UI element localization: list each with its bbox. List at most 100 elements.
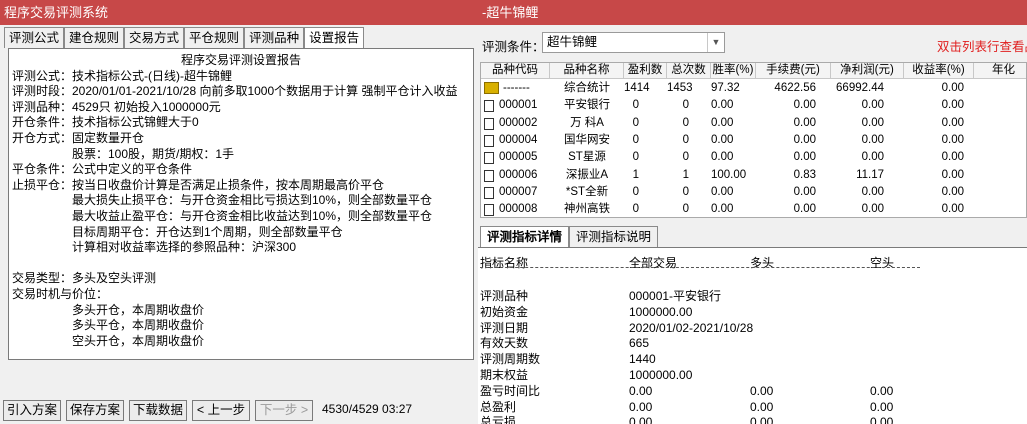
detail-all: 665	[629, 336, 650, 351]
import-plan-button[interactable]: 引入方案	[3, 400, 61, 421]
report-line: 平仓条件：公式中定义的平仓条件	[12, 162, 193, 177]
metric-detail-panel[interactable]: 指标名称 全部交易 多头 空头 评测品种 000001-平安银行 初始资金 10000…	[478, 247, 1027, 424]
tab-formula[interactable]: 评测公式	[4, 27, 65, 48]
report-line	[12, 256, 470, 272]
prev-step-button[interactable]: < 上一步	[192, 400, 250, 421]
report-line: 评测品种：4529只 初始投入1000000元	[12, 99, 221, 114]
column-header[interactable]: 净利润(元)	[831, 63, 904, 79]
condition-value: 超牛锦鲤	[547, 35, 598, 49]
table-row[interactable]: ------- 综合统计 1414 1453 97.32 4622.56 66992.44 0…	[481, 80, 1026, 97]
column-header[interactable]: 品种名称	[550, 63, 624, 79]
detail-long: 0.00	[750, 399, 774, 414]
detail-short: 0.00	[870, 399, 894, 414]
detail-name: 总亏损	[480, 415, 517, 424]
report-lines: 评测公式：技术指标公式-(日线)-超牛锦鲤 评测时段：2020/01/01-202…	[12, 69, 470, 350]
cell-name: 国华网安	[564, 133, 610, 146]
detail-all: 0.00	[629, 415, 653, 424]
cell-name: 综合统计	[564, 82, 610, 94]
cell-wins: 0	[632, 185, 639, 198]
table-row[interactable]: 000002 万 科A 0 0 0.00 0.00 0.00 0.00	[481, 115, 1026, 132]
stock-file-icon	[484, 100, 494, 113]
detail-row: 期末权益 1000000.00	[478, 367, 1027, 383]
report-line: 开仓方式：固定数量开仓	[12, 130, 145, 145]
right-window-title: -超牛锦鲤	[478, 0, 1027, 25]
cell-code: 000008	[499, 203, 538, 216]
save-plan-button[interactable]: 保存方案	[66, 400, 124, 421]
column-header[interactable]: 年化	[974, 63, 1026, 79]
cell-ret: 0.00	[941, 99, 964, 112]
download-data-button[interactable]: 下载数据	[129, 400, 187, 421]
cell-winrate: 0.00	[711, 185, 734, 198]
detail-name: 盈亏时间比	[480, 383, 541, 398]
tab-instruments[interactable]: 评测品种	[244, 27, 305, 48]
cell-wins: 0	[632, 203, 639, 216]
cell-profit: 11.17	[856, 168, 884, 181]
detail-row: 总盈利 0.00 0.00 0.00	[478, 399, 1027, 415]
cell-ret: 0.00	[941, 168, 964, 181]
report-line: 评测公式：技术指标公式-(日线)-超牛锦鲤	[12, 68, 232, 83]
table-row[interactable]: 000001 平安银行 0 0 0.00 0.00 0.00 0.00	[481, 97, 1026, 114]
detail-short: 0.00	[870, 415, 894, 424]
tab-open-rules[interactable]: 建仓规则	[64, 27, 125, 48]
report-line: 空头开仓，本周期收盘价	[72, 333, 205, 348]
column-header[interactable]: 手续费(元)	[756, 63, 831, 79]
detail-row: 初始资金 1000000.00	[478, 304, 1027, 320]
detail-header-short: 空头	[870, 256, 895, 270]
detail-name: 评测日期	[480, 320, 529, 335]
cell-fee: 0.83	[793, 168, 816, 181]
column-header[interactable]: 收益率(%)	[904, 63, 974, 79]
column-header[interactable]: 盈利数	[624, 63, 667, 79]
tab-metric-help[interactable]: 评测指标说明	[569, 226, 659, 247]
tab-trade-mode[interactable]: 交易方式	[124, 27, 185, 48]
cell-profit: 0.00	[861, 151, 884, 164]
cell-name: ST星源	[568, 151, 606, 164]
detail-row: 盈亏时间比 0.00 0.00 0.00	[478, 383, 1027, 399]
detail-all: 000001-平安银行	[629, 289, 722, 303]
detail-header-all: 全部交易	[629, 256, 678, 270]
detail-header-metric: 指标名称	[480, 256, 529, 270]
hint-text: 双击列表行查看品	[937, 40, 1027, 54]
cell-name: 平安银行	[564, 99, 610, 112]
bottom-toolbar: 引入方案 保存方案 下载数据 < 上一步 下一步 > 4530/4529 03:…	[0, 399, 478, 424]
table-row[interactable]: 000006 深振业A 1 1 100.00 0.83 11.17 0.00	[481, 167, 1026, 184]
tab-metric-details[interactable]: 评测指标详情	[480, 226, 570, 247]
detail-row: 评测周期数 1440	[478, 351, 1027, 367]
cell-fee: 0.00	[793, 116, 816, 129]
cell-winrate: 100.00	[711, 168, 747, 181]
report-line: 评测时段：2020/01/01-2021/10/28 向前多取1000个数据用于…	[12, 84, 458, 99]
table-row[interactable]: 000007 *ST全新 0 0 0.00 0.00 0.00 0.00	[481, 184, 1026, 201]
settings-report[interactable]: 程序交易评测设置报告 评测公式：技术指标公式-(日线)-超牛锦鲤 评测时段：202…	[8, 48, 474, 360]
cell-ret: 0.00	[941, 133, 964, 146]
condition-select[interactable]: 超牛锦鲤 ▼	[542, 32, 725, 53]
cell-profit: 0.00	[861, 99, 884, 112]
cell-code: 000001	[499, 99, 538, 112]
cell-fee: 0.00	[793, 151, 816, 164]
cell-total: 0	[682, 133, 689, 146]
cell-total: 0	[682, 203, 689, 216]
cell-name: 神州高铁	[564, 203, 610, 216]
next-step-button[interactable]: 下一步 >	[255, 400, 313, 421]
column-header[interactable]: 总次数	[667, 63, 711, 79]
stock-file-icon	[484, 117, 494, 130]
stock-file-icon	[484, 186, 494, 199]
cell-total: 1453	[667, 82, 693, 94]
cell-total: 0	[682, 99, 689, 112]
cell-code: 000004	[499, 133, 538, 146]
detail-name: 有效天数	[480, 336, 529, 351]
tab-close-rules[interactable]: 平仓规则	[184, 27, 245, 48]
column-header[interactable]: 品种代码	[481, 63, 550, 79]
table-row[interactable]: 000004 国华网安 0 0 0.00 0.00 0.00 0.00	[481, 132, 1026, 149]
stock-file-icon	[484, 152, 494, 165]
chevron-down-icon[interactable]: ▼	[707, 33, 724, 52]
detail-name: 评测周期数	[480, 352, 541, 367]
table-row[interactable]: 000008 神州高铁 0 0 0.00 0.00 0.00 0.00	[481, 201, 1026, 217]
table-row[interactable]: 000005 ST星源 0 0 0.00 0.00 0.00 0.00	[481, 149, 1026, 166]
setup-tabs: 评测公式 建仓规则 交易方式 平仓规则 评测品种 设置报告	[4, 27, 365, 49]
cell-wins: 1414	[624, 82, 650, 94]
cell-winrate: 0.00	[711, 116, 734, 129]
detail-all: 0.00	[629, 399, 653, 414]
tab-report[interactable]: 设置报告	[304, 27, 365, 49]
results-table[interactable]: 品种代码 品种名称 盈利数 总次数 胜率(%) 手续费(元) 净利润(元) 收益率(%) 年化 -…	[480, 62, 1027, 218]
cell-name: 万 科A	[570, 116, 604, 129]
column-header[interactable]: 胜率(%)	[711, 63, 756, 79]
